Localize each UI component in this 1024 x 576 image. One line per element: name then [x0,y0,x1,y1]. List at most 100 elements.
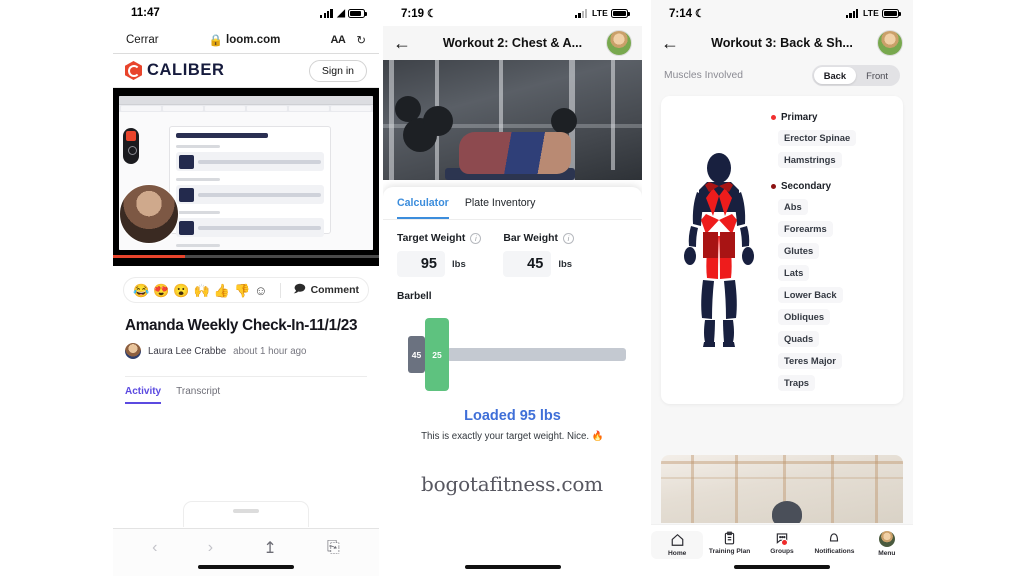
user-avatar[interactable] [877,30,903,56]
muscle-chip[interactable]: Teres Major [778,352,842,369]
workout-header-panel3: ← Workout 3: Back & Sh... [651,26,913,60]
emoji-raised-hands[interactable]: 🙌 [194,284,210,297]
close-button[interactable]: Cerrar [126,34,159,46]
secondary-label: Secondary [781,181,832,192]
nav-item-training-plan[interactable]: Training Plan [703,531,755,555]
user-avatar[interactable] [606,30,632,56]
text-size-button[interactable]: AA [330,34,345,46]
person-silhouette [772,501,803,523]
captured-workout-card [169,126,331,247]
carrier-label: LTE [591,8,608,18]
bar-weight-input[interactable]: 45 [503,251,552,277]
back-arrow-icon[interactable]: ← [661,34,679,52]
home-indicator [734,565,830,569]
muscle-chip[interactable]: Forearms [778,220,833,237]
nav-item-notifications[interactable]: Notifications [808,531,860,555]
status-indicators: LTE [574,8,630,18]
nav-label: Groups [770,548,794,555]
reaction-bar: 😂 😍 😮 🙌 👍 👎 ☺ 🗩 Comment [123,277,369,303]
target-weight-label-row: Target Weight i [397,233,482,244]
loaded-headline: Loaded 95 lbs [464,408,561,424]
sign-in-button[interactable]: Sign in [308,59,367,82]
home-indicator [198,565,294,569]
muscle-chip[interactable]: Abs [778,198,808,215]
brand-logo[interactable]: CALIBER [125,61,225,80]
muscle-chip[interactable]: Quads [778,330,820,347]
target-weight-field[interactable]: 95 lbs [397,251,481,277]
section-label: Muscles Involved [664,69,743,81]
back-arrow-icon[interactable]: ← [393,34,411,52]
screenshot-stage: 11:47 ◢ Cerrar 🔒 loom.com AA ↻ CALIBER S… [0,0,1024,576]
secondary-heading: Secondary [771,181,897,192]
info-icon[interactable]: i [470,233,482,244]
emoji-reactions[interactable]: 😂 😍 😮 🙌 👍 👎 ☺ [133,284,267,297]
emoji-thumbs-down[interactable]: 👎 [234,284,250,297]
tab-plate-inventory[interactable]: Plate Inventory [465,197,536,219]
primary-dot-icon [771,115,776,120]
author-name: Laura Lee Crabbe [148,345,227,357]
left-margin [0,0,113,576]
moon-icon: ☾ [695,7,705,20]
wifi-icon: ◢ [337,7,345,19]
plate-45[interactable]: 45 [408,336,425,373]
primary-heading: Primary [771,112,897,123]
emoji-surprised[interactable]: 😮 [173,284,189,297]
comment-label: Comment [310,284,359,296]
loaded-subtext: This is exactly your target weight. Nice… [421,431,604,442]
post-title: Amanda Weekly Check-In-11/1/23 [125,317,358,334]
muscle-chip[interactable]: Obliques [778,308,831,325]
video-progress-bar[interactable] [113,255,379,258]
status-bar-panel1: 11:47 ◢ [113,0,379,26]
back-chevron-icon[interactable]: ‹ [152,539,157,557]
muscles-involved-row: Muscles Involved Back Front [651,60,913,90]
segment-front[interactable]: Front [856,67,898,84]
moon-icon: ☾ [427,7,437,20]
tab-transcript[interactable]: Transcript [176,386,220,404]
nav-item-groups[interactable]: Groups [756,531,808,555]
home-icon [671,533,684,546]
target-weight-input[interactable]: 95 [397,251,445,277]
muscle-chip[interactable]: Hamstrings [778,151,842,168]
home-indicator [464,565,561,569]
emoji-laugh[interactable]: 😂 [133,284,149,297]
muscle-chip[interactable]: Glutes [778,242,820,259]
comment-button[interactable]: 🗩 Comment [294,281,359,299]
status-bar-panel2: 7:19 ☾ LTE [383,0,642,26]
tab-calculator[interactable]: Calculator [397,197,449,219]
nav-item-home[interactable]: Home [651,531,704,559]
panel-loom-video: 11:47 ◢ Cerrar 🔒 loom.com AA ↻ CALIBER S… [113,0,379,576]
muscle-chip[interactable]: Traps [778,374,816,391]
tab-activity[interactable]: Activity [125,386,162,404]
segment-back[interactable]: Back [813,66,857,84]
caliber-mark-icon [125,61,142,80]
loom-video-player[interactable] [113,88,379,266]
share-icon[interactable]: ↥ [263,538,276,558]
nav-item-menu[interactable]: Menu [861,531,913,557]
bar-weight-field[interactable]: 45 lbs [503,251,574,277]
forward-chevron-icon[interactable]: › [208,539,213,557]
primary-label: Primary [781,112,818,123]
plate-25[interactable]: 25 [425,318,449,391]
nav-label: Notifications [814,548,855,555]
post-timestamp: about 1 hour ago [233,345,307,357]
safari-url-bar: Cerrar 🔒 loom.com AA ↻ [113,26,379,54]
status-indicators: ◢ [320,7,367,19]
add-reaction-icon[interactable]: ☺ [254,284,267,297]
calculator-tabs: Calculator Plate Inventory [383,187,642,220]
divider [280,282,282,298]
muscle-chip[interactable]: Erector Spinae [778,129,857,146]
page-title: Workout 2: Chest & A... [442,36,583,50]
sheet-handle[interactable] [183,501,309,527]
reload-icon[interactable]: ↻ [356,33,366,47]
barbell-visual: 45 25 [397,312,628,396]
info-icon[interactable]: i [562,233,574,244]
url-display[interactable]: 🔒 loom.com [209,33,281,47]
muscle-chip[interactable]: Lower Back [778,286,843,303]
emoji-heart-eyes[interactable]: 😍 [153,284,169,297]
panel-plate-calculator: 7:19 ☾ LTE ← Workout 2: Chest & A... Cal… [383,0,642,576]
status-time: 7:19 [401,7,425,20]
status-time: 11:47 [131,7,160,19]
muscle-chip[interactable]: Lats [778,264,810,281]
emoji-thumbs-up[interactable]: 👍 [214,284,230,297]
compass-icon[interactable]: ⎘ [327,539,340,557]
